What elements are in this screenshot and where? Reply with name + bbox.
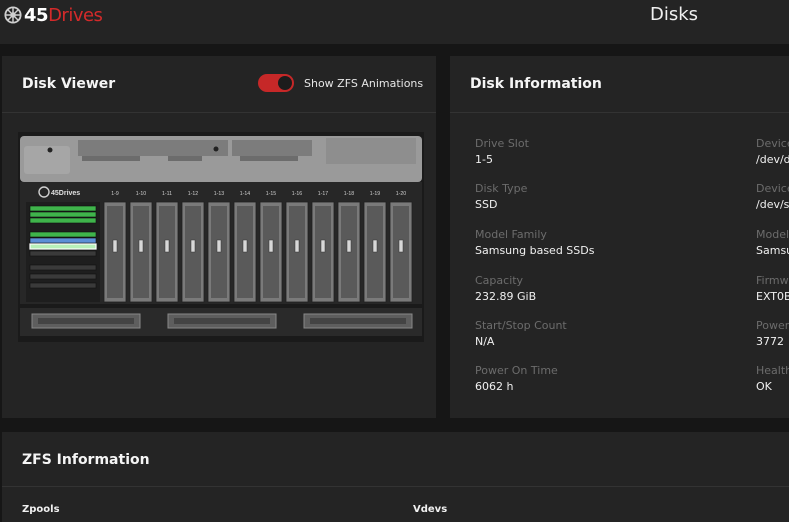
firmware-label: Firmw (756, 274, 789, 287)
lid-right-panel (326, 138, 416, 164)
brand-word: Drives (48, 4, 103, 26)
device-value: /dev/d (756, 153, 789, 166)
slot-label-1-18: 1-18 (344, 191, 354, 197)
disk-information-header: Disk Information (450, 56, 789, 113)
slot-label-1-14: 1-14 (240, 191, 250, 197)
slot-label-1-17: 1-17 (318, 191, 328, 197)
disk-type-value: SSD (475, 198, 498, 211)
power-cycles-value: 3772 (756, 335, 784, 348)
power-cycles-label: Power (756, 319, 789, 332)
psu-3-inner (310, 318, 406, 324)
drive-tray-latch-1-14 (242, 239, 248, 253)
slot-label-1-15: 1-15 (266, 191, 276, 197)
disk-viewer-title: Disk Viewer (22, 76, 116, 92)
power-on-time-value: 6062 h (475, 380, 514, 393)
top-bar: 45 Drives Disks (0, 0, 789, 44)
psu-2-inner (174, 318, 270, 324)
start-stop-count-value: N/A (475, 335, 495, 348)
device-path-label: Device (756, 182, 789, 195)
server-logo-text: 45Drives (51, 190, 80, 197)
boot-ssd-slot-2[interactable] (29, 211, 97, 218)
boot-ssd-slot-1[interactable] (29, 205, 97, 212)
lid-handle-left (82, 156, 140, 161)
model-label: Model (756, 228, 789, 241)
capacity-label: Capacity (475, 274, 524, 287)
zfs-information-header: ZFS Information (2, 432, 789, 487)
slot-label-1-16: 1-16 (292, 191, 302, 197)
lid-right-recess (232, 140, 312, 156)
disk-viewer-card: Disk Viewer Show ZFS Animations 45Drives (2, 56, 436, 418)
slot-label-1-20: 1-20 (396, 191, 406, 197)
slot-label-1-13: 1-13 (214, 191, 224, 197)
drive-tray-latch-1-15 (268, 239, 274, 253)
model-family-label: Model Family (475, 228, 547, 241)
drive-slot-value: 1-5 (475, 153, 493, 166)
zfs-animation-toggle-group: Show ZFS Animations (258, 74, 423, 92)
boot-ssd-slot-9[interactable] (29, 273, 97, 280)
drive-tray-latch-1-20 (398, 239, 404, 253)
drive-tray-latch-1-10 (138, 239, 144, 253)
boot-ssd-slot-5[interactable] (29, 237, 97, 244)
disk-viewer-header: Disk Viewer Show ZFS Animations (2, 56, 436, 113)
boot-ssd-slot-4[interactable] (29, 231, 97, 238)
boot-ssd-slot-7[interactable] (29, 250, 97, 257)
slot-label-1-10: 1-10 (136, 191, 146, 197)
drive-tray-latch-1-13 (216, 239, 222, 253)
brand-logo-icon (4, 6, 22, 24)
left-drive-bay (26, 202, 100, 302)
capacity-value: 232.89 GiB (475, 290, 537, 303)
vdevs-label: Vdevs (413, 504, 448, 515)
device-label: Device (756, 137, 789, 150)
zfs-information-card: ZFS Information Zpools Vdevs (2, 432, 789, 522)
drive-tray-latch-1-19 (372, 239, 378, 253)
drive-tray-latch-1-18 (346, 239, 352, 253)
brand-number: 45 (24, 4, 49, 26)
drive-slot-label: Drive Slot (475, 137, 529, 150)
lid-mid-recess (78, 140, 228, 156)
zfs-information-title: ZFS Information (22, 452, 150, 468)
disk-type-label: Disk Type (475, 182, 528, 195)
start-stop-count-label: Start/Stop Count (475, 319, 567, 332)
power-on-time-label: Power On Time (475, 364, 558, 377)
lid-screw-left (47, 147, 53, 153)
zpools-label: Zpools (22, 504, 60, 515)
psu-1-inner (38, 318, 134, 324)
lid-handle-right (240, 156, 298, 161)
drive-tray-latch-1-12 (190, 239, 196, 253)
lid-handle-mid (168, 156, 202, 161)
slot-label-1-12: 1-12 (188, 191, 198, 197)
drive-tray-latch-1-11 (164, 239, 170, 253)
zfs-animations-label: Show ZFS Animations (304, 76, 424, 90)
health-label: Health (756, 364, 789, 377)
slot-label-1-9: 1-9 (111, 191, 119, 197)
drive-tray-latch-1-16 (294, 239, 300, 253)
disk-information-card: Disk Information Drive Slot 1-5 Disk Typ… (450, 56, 789, 418)
drive-tray-latch-1-17 (320, 239, 326, 253)
health-value: OK (756, 380, 772, 393)
model-family-value: Samsung based SSDs (475, 244, 595, 257)
lid-left-tab (24, 146, 70, 174)
brand-logo[interactable]: 45 Drives (4, 4, 103, 26)
zfs-animations-toggle[interactable] (258, 74, 294, 92)
toggle-knob (278, 76, 292, 90)
server-chassis: 45Drives 1-9 1-10 1-11 1-12 1-13 1-14 1-15 1-16… (18, 132, 424, 342)
boot-ssd-slot-8[interactable] (29, 264, 97, 271)
page-title: Disks (650, 4, 699, 25)
firmware-value: EXT0B (756, 290, 789, 303)
disk-information-title: Disk Information (470, 76, 602, 92)
slot-label-1-11: 1-11 (162, 191, 172, 197)
boot-ssd-slot-10[interactable] (29, 282, 97, 289)
boot-ssd-slot-3[interactable] (29, 217, 97, 224)
slot-label-1-19: 1-19 (370, 191, 380, 197)
drive-tray-latch-1-9 (112, 239, 118, 253)
device-path-value: /dev/s (756, 198, 789, 211)
model-value: Samsu (756, 244, 789, 257)
lid-screw-center (213, 146, 219, 152)
boot-ssd-slot-6[interactable] (29, 243, 97, 250)
